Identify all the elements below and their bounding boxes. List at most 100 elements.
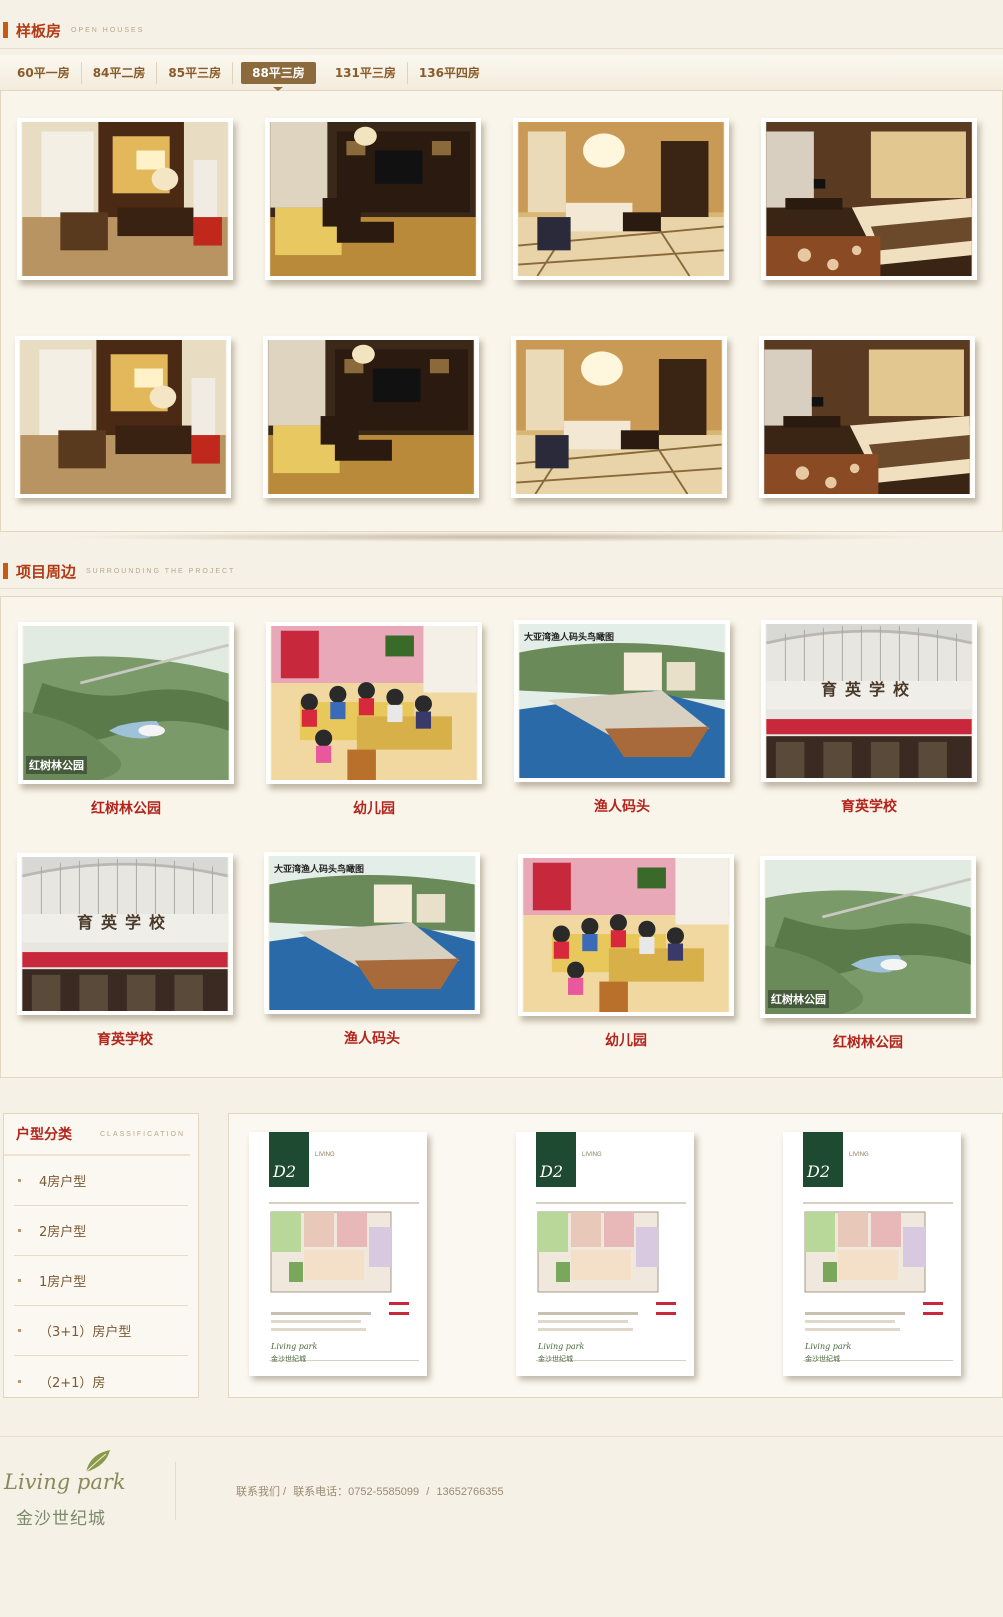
plan-brand: Living park — [538, 1342, 585, 1351]
fisherman-wharf-photo — [518, 624, 726, 778]
fisherman-wharf-photo — [268, 856, 476, 1010]
classification-item[interactable]: （3+1）房户型 — [14, 1306, 188, 1356]
room-photo[interactable] — [265, 118, 481, 280]
surrounding-item-park[interactable]: 红树林公园 红树林公园 — [760, 856, 976, 1052]
contact-sep: / — [426, 1486, 430, 1498]
room-photo-dining — [19, 340, 227, 494]
tab-88-three-room[interactable]: 88平三房 — [241, 61, 316, 91]
surrounding-caption: 红树林公园 — [833, 1035, 903, 1051]
house-type-tabs: 60平一房 84平二房 85平三房 88平三房 131平三房 136平四房 — [0, 55, 1003, 91]
contact-mobile: 13652766355 — [436, 1486, 504, 1498]
photo-label: 育英学校 — [76, 915, 173, 932]
surrounding-caption: 育英学校 — [841, 799, 897, 815]
classification-panel: 户型分类 CLASSIFICATION 4房户型 2房户型 1房户型 （3+1）… — [3, 1113, 199, 1398]
classification-item[interactable]: （2+1）房 — [14, 1356, 188, 1406]
room-photo[interactable] — [511, 336, 727, 498]
classification-item[interactable]: 1房户型 — [14, 1256, 188, 1306]
photo-label: 育英学校 — [820, 682, 917, 699]
surrounding-item-school[interactable]: 育英学校 育英学校 — [761, 620, 977, 816]
room-photo[interactable] — [759, 336, 975, 498]
room-photo-living — [267, 340, 475, 494]
open-houses-title: 样板房 — [16, 21, 62, 40]
bullet-icon — [18, 1379, 21, 1383]
bullet-icon — [18, 1179, 21, 1182]
photo-label: 大亚湾渔人码头鸟瞰图 — [524, 632, 615, 642]
plan-brand-cn: 金沙世纪城 — [805, 1356, 840, 1363]
surrounding-item-school[interactable]: 育英学校 育英学校 — [17, 853, 233, 1049]
bullet-icon — [18, 1279, 21, 1282]
room-photo-lounge — [517, 122, 725, 276]
surrounding-item-wharf[interactable]: 大亚湾渔人码头鸟瞰图 渔人码头 — [264, 852, 480, 1048]
surrounding-caption: 红树林公园 — [91, 801, 161, 817]
room-photo-bedroom — [765, 122, 973, 276]
room-photo-bedroom — [763, 340, 971, 494]
contact-phone: 联系电话：0752-5585099 — [293, 1486, 420, 1498]
photo-label: 红树林公园 — [26, 756, 87, 774]
plan-living-label: LIVING — [582, 1152, 602, 1158]
classification-item[interactable]: 4房户型 — [14, 1156, 188, 1206]
bullet-icon — [18, 1229, 21, 1232]
room-photo-dining — [21, 122, 229, 276]
plan-brand-cn: 金沙世纪城 — [271, 1356, 306, 1363]
surrounding-caption: 渔人码头 — [344, 1031, 400, 1047]
surrounding-caption: 幼儿园 — [353, 801, 395, 817]
plan-badge: D2 — [807, 1162, 831, 1181]
surrounding-caption: 渔人码头 — [594, 799, 650, 815]
kindergarten-photo — [522, 858, 730, 1012]
plan-living-label: LIVING — [315, 1152, 335, 1158]
floorplan-card[interactable]: D2 LIVING Living park 金沙世纪城 — [249, 1132, 427, 1376]
surrounding-caption: 育英学校 — [97, 1032, 153, 1048]
room-photo[interactable] — [761, 118, 977, 280]
photo-label: 大亚湾渔人码头鸟瞰图 — [274, 864, 365, 874]
kindergarten-photo — [270, 626, 478, 780]
tab-131-three-room[interactable]: 131平三房 — [324, 61, 408, 84]
plan-badge: D2 — [273, 1162, 297, 1181]
plan-brand: Living park — [805, 1342, 852, 1351]
room-photo-lounge — [515, 340, 723, 494]
section-marker — [3, 22, 8, 38]
yuying-school-photo — [21, 857, 229, 1011]
surrounding-item-kindergarten[interactable]: 幼儿园 — [518, 854, 734, 1050]
living-park-logo[interactable]: Living park 金沙世纪城 — [4, 1448, 134, 1528]
bullet-icon — [18, 1329, 21, 1332]
surrounding-subtitle: SURROUNDING THE PROJECT — [86, 567, 236, 575]
floorplan-card[interactable]: D2 LIVING Living park 金沙世纪城 — [516, 1132, 694, 1376]
floorplan-panel: D2 LIVING Living park 金沙世纪城 D2 LIVING Li… — [228, 1113, 1003, 1398]
classification-title: 户型分类 — [16, 1127, 72, 1143]
tab-85-three-room[interactable]: 85平三房 — [157, 61, 234, 84]
footer-divider — [0, 1436, 1003, 1437]
tab-136-four-room[interactable]: 136平四房 — [408, 62, 491, 84]
footer-contact: 联系我们 / 联系电话：0752-5585099 / 13652766355 — [236, 1483, 508, 1499]
plan-badge: D2 — [540, 1162, 564, 1181]
surrounding-item-wharf[interactable]: 大亚湾渔人码头鸟瞰图 渔人码头 — [514, 620, 730, 816]
surrounding-item-park[interactable]: 红树林公园 红树林公园 — [18, 622, 234, 818]
room-photo[interactable] — [263, 336, 479, 498]
surrounding-item-kindergarten[interactable]: 幼儿园 — [266, 622, 482, 818]
surrounding-title: 项目周边 — [16, 562, 77, 581]
plan-brand-cn: 金沙世纪城 — [538, 1356, 573, 1363]
plan-living-label: LIVING — [849, 1152, 869, 1158]
tab-60-one-room[interactable]: 60平一房 — [6, 61, 82, 84]
tab-84-two-room[interactable]: 84平二房 — [82, 61, 158, 84]
room-photo-living — [269, 122, 477, 276]
contact-us-link[interactable]: 联系我们 / — [236, 1486, 286, 1498]
room-photo[interactable] — [513, 118, 729, 280]
logo-text: Living park — [4, 1470, 126, 1494]
plan-brand: Living park — [271, 1342, 318, 1351]
yuying-school-photo — [765, 624, 973, 778]
footer-separator — [175, 1462, 176, 1520]
photo-label: 红树林公园 — [768, 990, 829, 1008]
room-photo[interactable] — [15, 336, 231, 498]
room-photo[interactable] — [17, 118, 233, 280]
section-marker — [3, 563, 8, 579]
classification-subtitle: CLASSIFICATION — [100, 1130, 186, 1138]
floorplan-card[interactable]: D2 LIVING Living park 金沙世纪城 — [783, 1132, 961, 1376]
section-divider — [60, 532, 940, 542]
surrounding-caption: 幼儿园 — [605, 1033, 647, 1049]
open-houses-subtitle: OPEN HOUSES — [71, 26, 145, 34]
logo-cn: 金沙世纪城 — [16, 1509, 106, 1528]
surrounding-header: 项目周边 SURROUNDING THE PROJECT — [0, 558, 235, 584]
classification-item[interactable]: 2房户型 — [14, 1206, 188, 1256]
open-houses-header: 样板房 OPEN HOUSES — [0, 17, 144, 43]
classification-header: 户型分类 CLASSIFICATION — [4, 1114, 190, 1156]
